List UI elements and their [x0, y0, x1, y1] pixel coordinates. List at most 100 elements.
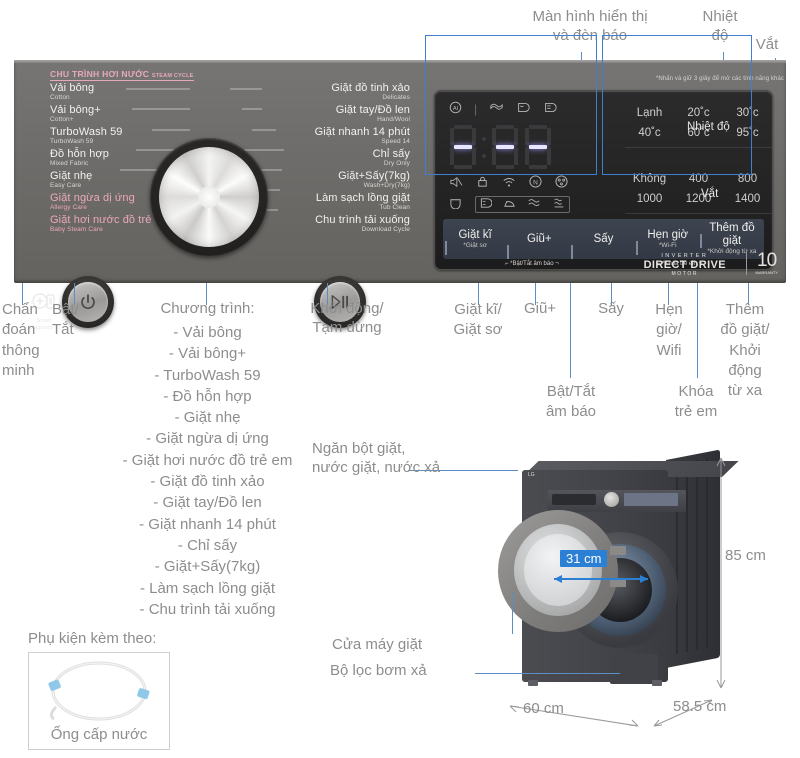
button-dry[interactable]: Sấy	[571, 232, 635, 259]
program-label-vi: Chu trình tải xuống	[315, 214, 410, 226]
lcd-status-icons: N	[449, 175, 601, 213]
dimension-width: 60 cm	[523, 700, 564, 717]
leader-beep	[570, 283, 571, 378]
button-sublabel: *Wi-Fi	[658, 241, 677, 249]
display-selection-left	[425, 35, 597, 175]
rinse-icon	[527, 197, 541, 212]
button-label: Sấy	[593, 232, 614, 245]
accessories-title: Phụ kiện kèm theo:	[28, 630, 157, 647]
program-label-vi: Giặt nhanh 14 phút	[314, 126, 410, 138]
program-label-en: Hand/Wool	[377, 116, 410, 123]
dial-hub	[198, 186, 220, 208]
program-wash-dry-7kg[interactable]: Giặt+Sấy(7kg) Wash+Dry(7kg)	[264, 170, 410, 190]
leader-child-lock	[697, 283, 698, 378]
program-label-vi: Làm sạch lồng giặt	[315, 192, 410, 204]
button-label: Giũ+	[526, 232, 552, 245]
child-lock-icon	[476, 175, 489, 191]
warranty-badge: 10 WARRANTY	[746, 250, 778, 275]
program-tub-clean[interactable]: Làm sạch lồng giặt Tub Clean	[264, 192, 410, 212]
dimension-depth: 58.5 cm	[673, 698, 727, 715]
warranty-text: WARRANTY	[755, 270, 778, 275]
program-label-en: Cotton+	[50, 116, 74, 123]
program-cotton[interactable]: Vải bông Cotton	[50, 82, 200, 102]
direct-drive-badge: INVERTER DIRECT DRIVE MOTOR	[644, 253, 726, 277]
dry-level-icon	[479, 197, 493, 212]
annotation-door: Cửa máy giặt	[332, 636, 423, 653]
button-separator	[635, 240, 638, 255]
lcd-status-row-1: N	[449, 175, 601, 191]
program-label-vi: Chỉ sấy	[372, 148, 410, 160]
program-label-en: Tub Clean	[379, 204, 410, 211]
spin-option[interactable]: 1400	[723, 189, 772, 209]
annotation-child-lock: Khóa trẻ em	[674, 383, 718, 421]
button-label: Giặt kĩ	[458, 228, 492, 241]
button-prewash[interactable]: Giặt kĩ *Giặt sơ	[443, 228, 507, 255]
tub-icon	[449, 197, 462, 212]
program-label-en: Delicates	[382, 94, 410, 101]
button-add-laundry[interactable]: Thêm đồ giặt *Khởi động từ xa	[699, 222, 764, 256]
svg-text:N: N	[533, 179, 538, 186]
button-timer[interactable]: Hẹn giờ *Wi-Fi	[635, 228, 700, 255]
iron-icon	[503, 197, 516, 212]
program-download-cycle[interactable]: Chu trình tải xuống Download Cycle	[264, 214, 410, 234]
program-label-vi: TurboWash 59	[50, 126, 123, 138]
program-speed14[interactable]: Giặt nhanh 14 phút Speed 14	[264, 126, 410, 146]
program-delicates[interactable]: Giặt đồ tinh xảo Delicates	[264, 82, 410, 102]
button-label: Hẹn giờ	[647, 228, 689, 241]
program-selector-dial[interactable]	[150, 138, 268, 256]
program-turbowash59[interactable]: TurboWash 59 TurboWash 59	[50, 126, 200, 146]
button-label: Thêm đồ giặt	[709, 222, 755, 247]
steam-cycle-header: CHU TRÌNH HƠI NƯỚC STEAM CYCLE	[50, 69, 194, 81]
display-selection-right	[602, 35, 752, 175]
annotation-timer-wifi: Hẹn giờ/ Wifi	[655, 301, 683, 359]
program-label-vi: Giặt tay/Đồ len	[335, 104, 410, 116]
program-label-en: Cotton	[50, 94, 70, 101]
program-label-vi: Giặt đồ tinh xảo	[331, 82, 410, 94]
button-separator	[571, 244, 574, 259]
annotation-hold-plus: Giũ+	[523, 300, 557, 317]
program-label-en: TurboWash 59	[50, 138, 94, 145]
water-hose-icon	[48, 661, 150, 721]
program-label-vi: Giặt+Sấy(7kg)	[338, 170, 410, 182]
annotation-program-list: - Vải bông - Vải bông+ - TurboWash 59 - …	[122, 324, 293, 618]
button-separator	[445, 240, 447, 255]
night-icon: N	[529, 175, 542, 191]
button-sublabel: *Giặt sơ	[463, 241, 487, 249]
annotation-prewash: Giặt kĩ/ Giặt sơ	[453, 301, 503, 339]
annotation-start-pause: Khởi động/ Tạm dừng	[310, 300, 384, 336]
accessories-box: Ống cấp nước	[28, 652, 170, 750]
lcd-status-row-2	[449, 196, 601, 213]
program-label-vi: Vải bông	[50, 82, 95, 94]
motor-text: MOTOR	[671, 271, 699, 277]
wifi-icon	[502, 176, 516, 191]
annotation-beep: Bật/Tắt âm báo	[545, 383, 597, 421]
option-icon-group	[475, 196, 570, 213]
program-label-en: Speed 14	[381, 138, 410, 145]
spin-button[interactable]: Vắt	[701, 188, 718, 200]
program-dry-only[interactable]: Chỉ sấy Dry Only	[264, 148, 410, 168]
annotation-detergent-drawer: Ngăn bột giặt, nước giặt, nước xả	[312, 440, 441, 476]
direct-drive-text: DIRECT DRIVE	[643, 259, 726, 271]
no-spin-icon	[555, 175, 568, 191]
dimension-height: 85 cm	[725, 547, 766, 564]
button-hold-plus[interactable]: Giũ+	[507, 232, 571, 259]
warranty-number: 10	[757, 250, 777, 271]
program-cotton-plus[interactable]: Vải bông+ Cotton+	[50, 104, 200, 124]
program-label-en: Dry Only	[383, 160, 410, 167]
program-label-en: Download Cycle	[361, 226, 410, 233]
steam-cycle-vi: CHU TRÌNH HƠI NƯỚC	[50, 69, 150, 79]
spin-row-2: 1000 1200 1400	[625, 189, 772, 209]
right-program-list: Giặt đồ tinh xảo Delicates Giặt tay/Đồ l…	[264, 82, 410, 236]
mute-icon	[449, 176, 463, 191]
spin-options[interactable]: Không 400 800 1000 1200 1400	[625, 169, 772, 214]
spin-option[interactable]: 1000	[625, 189, 674, 209]
button-separator	[507, 244, 510, 259]
steam-icon	[552, 197, 566, 212]
annotation-dry: Sấy	[598, 300, 624, 317]
program-label-vi: Vải bông+	[50, 104, 101, 116]
steam-cycle-en: STEAM CYCLE	[151, 73, 194, 79]
program-hand-wool[interactable]: Giặt tay/Đồ len Hand/Wool	[264, 104, 410, 124]
annotation-program-title: Chương trình:	[160, 300, 255, 317]
annotation-smart-diagnosis: Chẩn đoán thông minh	[2, 301, 40, 379]
annotation-pump-filter: Bộ lọc bơm xả	[330, 662, 427, 679]
